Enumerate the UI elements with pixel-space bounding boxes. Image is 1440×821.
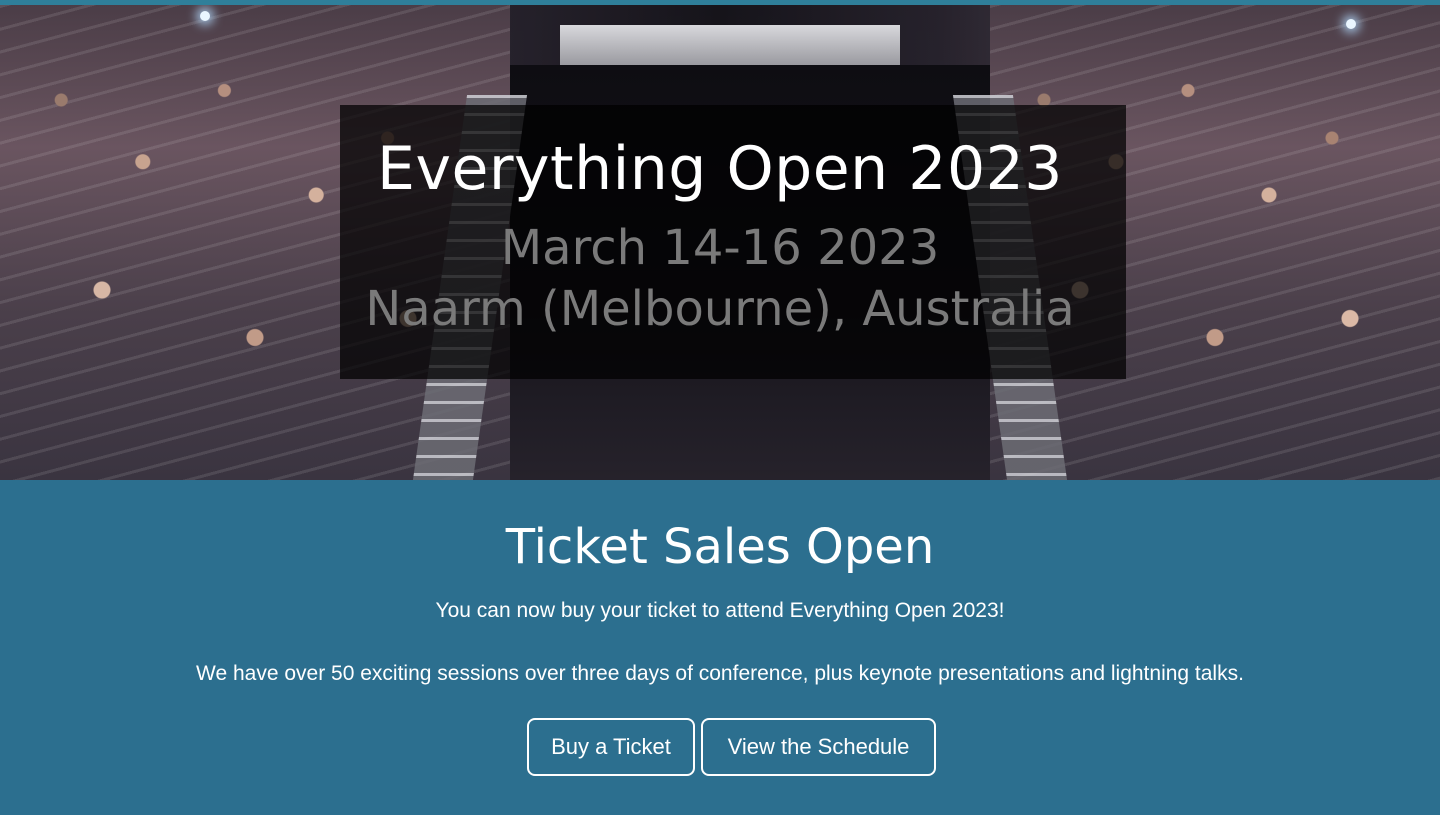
stage-light-icon (1346, 19, 1356, 29)
hero-location: Naarm (Melbourne), Australia (365, 281, 1075, 337)
ticket-sales-details: We have over 50 exciting sessions over t… (196, 662, 1244, 685)
hero-photo-stage-screen (560, 25, 900, 65)
page-bottom-edge (0, 815, 1440, 821)
hero-title: Everything Open 2023 (377, 134, 1063, 204)
view-schedule-button[interactable]: View the Schedule (701, 718, 936, 776)
ticket-sales-heading: Ticket Sales Open (505, 519, 935, 575)
ticket-sales-intro: You can now buy your ticket to attend Ev… (435, 599, 1005, 622)
stage-light-icon (200, 11, 210, 21)
hero-dates: March 14-16 2023 (500, 220, 940, 276)
buy-ticket-button[interactable]: Buy a Ticket (527, 718, 695, 776)
